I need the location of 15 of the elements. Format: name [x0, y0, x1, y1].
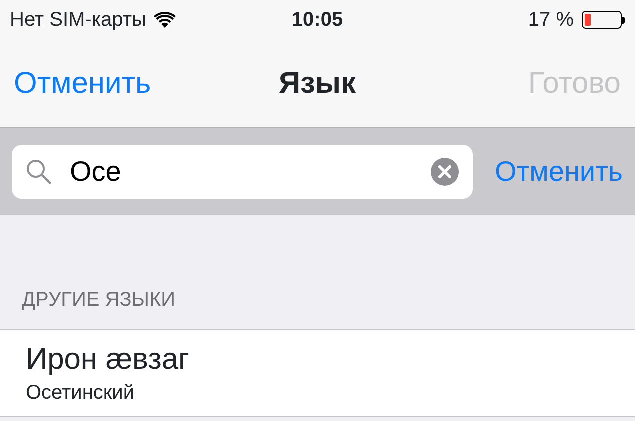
battery-percent: 17 %	[528, 8, 574, 33]
cancel-button[interactable]: Отменить	[14, 61, 152, 106]
language-row[interactable]: Ирон æвзаг Осетинский	[0, 329, 635, 417]
battery-icon	[582, 11, 622, 29]
clear-icon[interactable]	[431, 158, 460, 186]
wifi-icon	[154, 12, 176, 28]
language-name: Ирон æвзаг	[26, 342, 190, 378]
search-field[interactable]: Осе	[12, 144, 474, 198]
nav-title: Язык	[278, 66, 356, 102]
section-header: ДРУГИЕ ЯЗЫКИ	[21, 288, 177, 313]
language-subtitle: Осетинский	[26, 381, 136, 406]
carrier-label: Нет SIM-карты	[10, 8, 146, 33]
search-icon	[26, 158, 52, 184]
search-cancel-button[interactable]: Отменить	[495, 150, 623, 192]
time-label: 10:05	[292, 8, 344, 33]
